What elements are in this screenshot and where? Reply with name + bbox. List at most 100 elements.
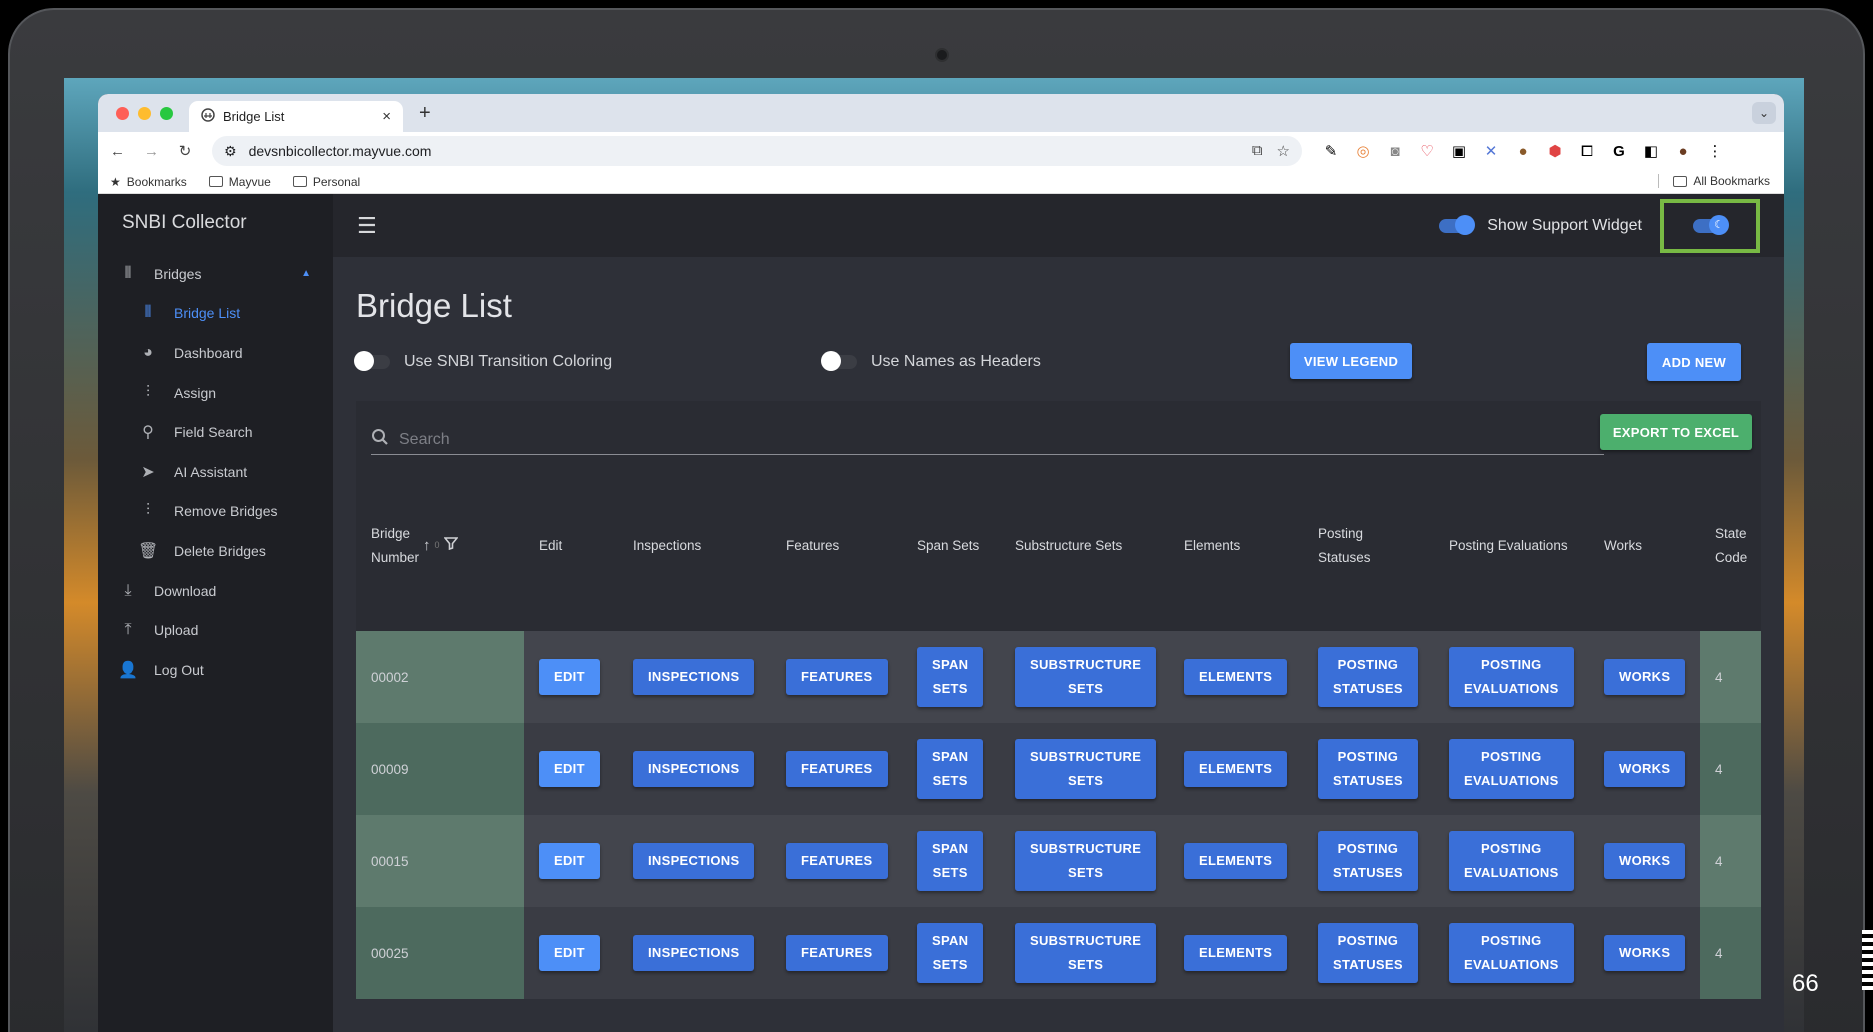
extension-x-icon[interactable]: ✕ — [1482, 142, 1500, 160]
inspections-button[interactable]: INSPECTIONS — [633, 843, 755, 879]
posting-evaluations-cell: POSTING EVALUATIONS — [1434, 631, 1589, 723]
browser-tab[interactable]: Bridge List × — [189, 101, 403, 132]
sidebar-item-bridge-list[interactable]: ⫴ Bridge List — [98, 294, 333, 334]
elements-button[interactable]: ELEMENTS — [1184, 659, 1288, 695]
header-bridge-number[interactable]: Bridge Number ↑ 0 — [356, 461, 524, 631]
names-headers-option[interactable]: Use Names as Headers — [821, 351, 1041, 371]
bookmark-folder-personal[interactable]: Personal — [292, 175, 360, 189]
span-sets-button[interactable]: SPAN SETS — [917, 923, 984, 983]
sidebar-item-dashboard[interactable]: ◕ Dashboard — [98, 333, 333, 373]
install-app-icon[interactable]: ⧉ — [1252, 142, 1263, 160]
edit-button[interactable]: EDIT — [539, 843, 600, 879]
posting-statuses-button[interactable]: POSTING STATUSES — [1318, 739, 1418, 799]
adblock-extension-icon[interactable]: ⬢ — [1546, 142, 1564, 160]
bookmarks-item[interactable]: ★ Bookmarks — [110, 175, 187, 189]
span-sets-button[interactable]: SPAN SETS — [917, 831, 984, 891]
works-button[interactable]: WORKS — [1604, 843, 1686, 879]
posting-statuses-button[interactable]: POSTING STATUSES — [1318, 923, 1418, 983]
transition-coloring-option[interactable]: Use SNBI Transition Coloring — [354, 351, 612, 371]
transition-coloring-toggle[interactable] — [354, 351, 390, 371]
sidebar-item-log-out[interactable]: 👤 Log Out — [98, 650, 333, 690]
maximize-window-button[interactable] — [160, 107, 173, 120]
theme-toggle-highlight: ☾ — [1660, 198, 1760, 253]
site-settings-icon[interactable]: ⚙ — [224, 143, 237, 160]
inspections-button[interactable]: INSPECTIONS — [633, 751, 755, 787]
substructure-sets-button[interactable]: SUBSTRUCTURE SETS — [1015, 923, 1157, 983]
features-button[interactable]: FEATURES — [786, 659, 888, 695]
features-button[interactable]: FEATURES — [786, 935, 888, 971]
elements-button[interactable]: ELEMENTS — [1184, 843, 1288, 879]
close-tab-icon[interactable]: × — [382, 108, 391, 125]
posting-evaluations-button[interactable]: POSTING EVALUATIONS — [1449, 923, 1574, 983]
profile-avatar-icon[interactable]: ● — [1674, 143, 1692, 160]
works-button[interactable]: WORKS — [1604, 659, 1686, 695]
sidebar-item-upload[interactable]: ⤒ Upload — [98, 610, 333, 650]
posting-evaluations-button[interactable]: POSTING EVALUATIONS — [1449, 831, 1574, 891]
posting-evaluations-button[interactable]: POSTING EVALUATIONS — [1449, 739, 1574, 799]
picture-in-picture-icon[interactable]: ▣ — [1450, 142, 1468, 160]
sidebar-item-bridges[interactable]: ⫴ Bridges ▲ — [98, 254, 333, 294]
add-new-button[interactable]: ADD NEW — [1647, 343, 1741, 381]
posting-evaluations-button[interactable]: POSTING EVALUATIONS — [1449, 647, 1574, 707]
minimize-window-button[interactable] — [138, 107, 151, 120]
features-button[interactable]: FEATURES — [786, 751, 888, 787]
pocket-extension-icon[interactable]: ♡ — [1418, 142, 1436, 160]
posting-statuses-button[interactable]: POSTING STATUSES — [1318, 831, 1418, 891]
sidebar-item-download[interactable]: ⤓ Download — [98, 571, 333, 611]
close-window-button[interactable] — [116, 107, 129, 120]
back-arrow-icon[interactable]: ← — [110, 143, 125, 160]
works-button[interactable]: WORKS — [1604, 935, 1686, 971]
posting-statuses-button[interactable]: POSTING STATUSES — [1318, 647, 1418, 707]
export-to-excel-button[interactable]: EXPORT TO EXCEL — [1600, 414, 1752, 450]
span-sets-button[interactable]: SPAN SETS — [917, 739, 984, 799]
browser-menu-icon[interactable]: ⋮ — [1706, 142, 1724, 160]
substructure-sets-button[interactable]: SUBSTRUCTURE SETS — [1015, 831, 1157, 891]
search-field[interactable] — [371, 425, 1604, 455]
view-legend-button[interactable]: VIEW LEGEND — [1290, 343, 1412, 379]
table-body: 00002 EDIT INSPECTIONS FEATURES SPAN SETS SUBS… — [356, 631, 1761, 999]
inspections-button[interactable]: INSPECTIONS — [633, 935, 755, 971]
edit-button[interactable]: EDIT — [539, 935, 600, 971]
inspections-button[interactable]: INSPECTIONS — [633, 659, 755, 695]
sort-ascending-icon[interactable]: ↑ — [423, 533, 431, 559]
names-headers-toggle[interactable] — [821, 351, 857, 371]
cookie-extension-icon[interactable]: ● — [1514, 143, 1532, 160]
google-icon[interactable]: G — [1610, 143, 1628, 160]
features-button[interactable]: FEATURES — [786, 843, 888, 879]
span-sets-cell: SPAN SETS — [902, 815, 1000, 907]
span-sets-button[interactable]: SPAN SETS — [917, 647, 984, 707]
extension-orange-icon[interactable]: ◎ — [1354, 142, 1372, 160]
bookmark-star-icon[interactable]: ☆ — [1277, 142, 1290, 160]
eyedropper-extension-icon[interactable]: ✎ — [1322, 142, 1340, 160]
substructure-sets-button[interactable]: SUBSTRUCTURE SETS — [1015, 739, 1157, 799]
address-bar[interactable]: ⚙ devsnbicollector.mayvue.com ⧉ ☆ — [212, 136, 1302, 166]
sidebar-item-assign[interactable]: ⫶ Assign — [98, 373, 333, 413]
table-row: 00025 EDIT INSPECTIONS FEATURES SPAN SETS SUBS… — [356, 907, 1761, 999]
side-panel-icon[interactable]: ◧ — [1642, 142, 1660, 160]
elements-button[interactable]: ELEMENTS — [1184, 935, 1288, 971]
dark-mode-toggle[interactable]: ☾ — [1693, 214, 1729, 235]
new-tab-button[interactable]: + — [403, 102, 431, 132]
sidebar-item-field-search[interactable]: ⚲ Field Search — [98, 412, 333, 452]
substructure-sets-button[interactable]: SUBSTRUCTURE SETS — [1015, 647, 1157, 707]
support-widget-toggle[interactable] — [1439, 214, 1476, 235]
elements-button[interactable]: ELEMENTS — [1184, 751, 1288, 787]
edit-button[interactable]: EDIT — [539, 751, 600, 787]
edit-button[interactable]: EDIT — [539, 659, 600, 695]
collapse-caret-icon[interactable]: ▲ — [301, 268, 311, 279]
sidebar-item-delete-bridges[interactable]: 🗑 Delete Bridges — [98, 531, 333, 571]
all-bookmarks-button[interactable]: All Bookmarks — [1658, 174, 1770, 188]
tab-search-chevron-icon[interactable]: ⌄ — [1752, 102, 1776, 124]
hamburger-menu-icon[interactable]: ☰ — [357, 213, 377, 239]
filter-icon[interactable] — [442, 533, 459, 559]
forward-arrow-icon[interactable]: → — [144, 143, 159, 160]
puzzle-extensions-icon[interactable]: ⧠ — [1578, 143, 1596, 160]
reload-icon[interactable]: ↻ — [178, 142, 192, 160]
span-sets-cell: SPAN SETS — [902, 723, 1000, 815]
search-input[interactable] — [399, 430, 1604, 449]
sidebar-item-remove-bridges[interactable]: ⫶ Remove Bridges — [98, 492, 333, 532]
sidebar-item-ai-assistant[interactable]: ➤ AI Assistant — [98, 452, 333, 492]
camera-extension-icon[interactable]: ◙ — [1386, 143, 1404, 160]
works-button[interactable]: WORKS — [1604, 751, 1686, 787]
bookmark-folder-mayvue[interactable]: Mayvue — [208, 175, 271, 189]
